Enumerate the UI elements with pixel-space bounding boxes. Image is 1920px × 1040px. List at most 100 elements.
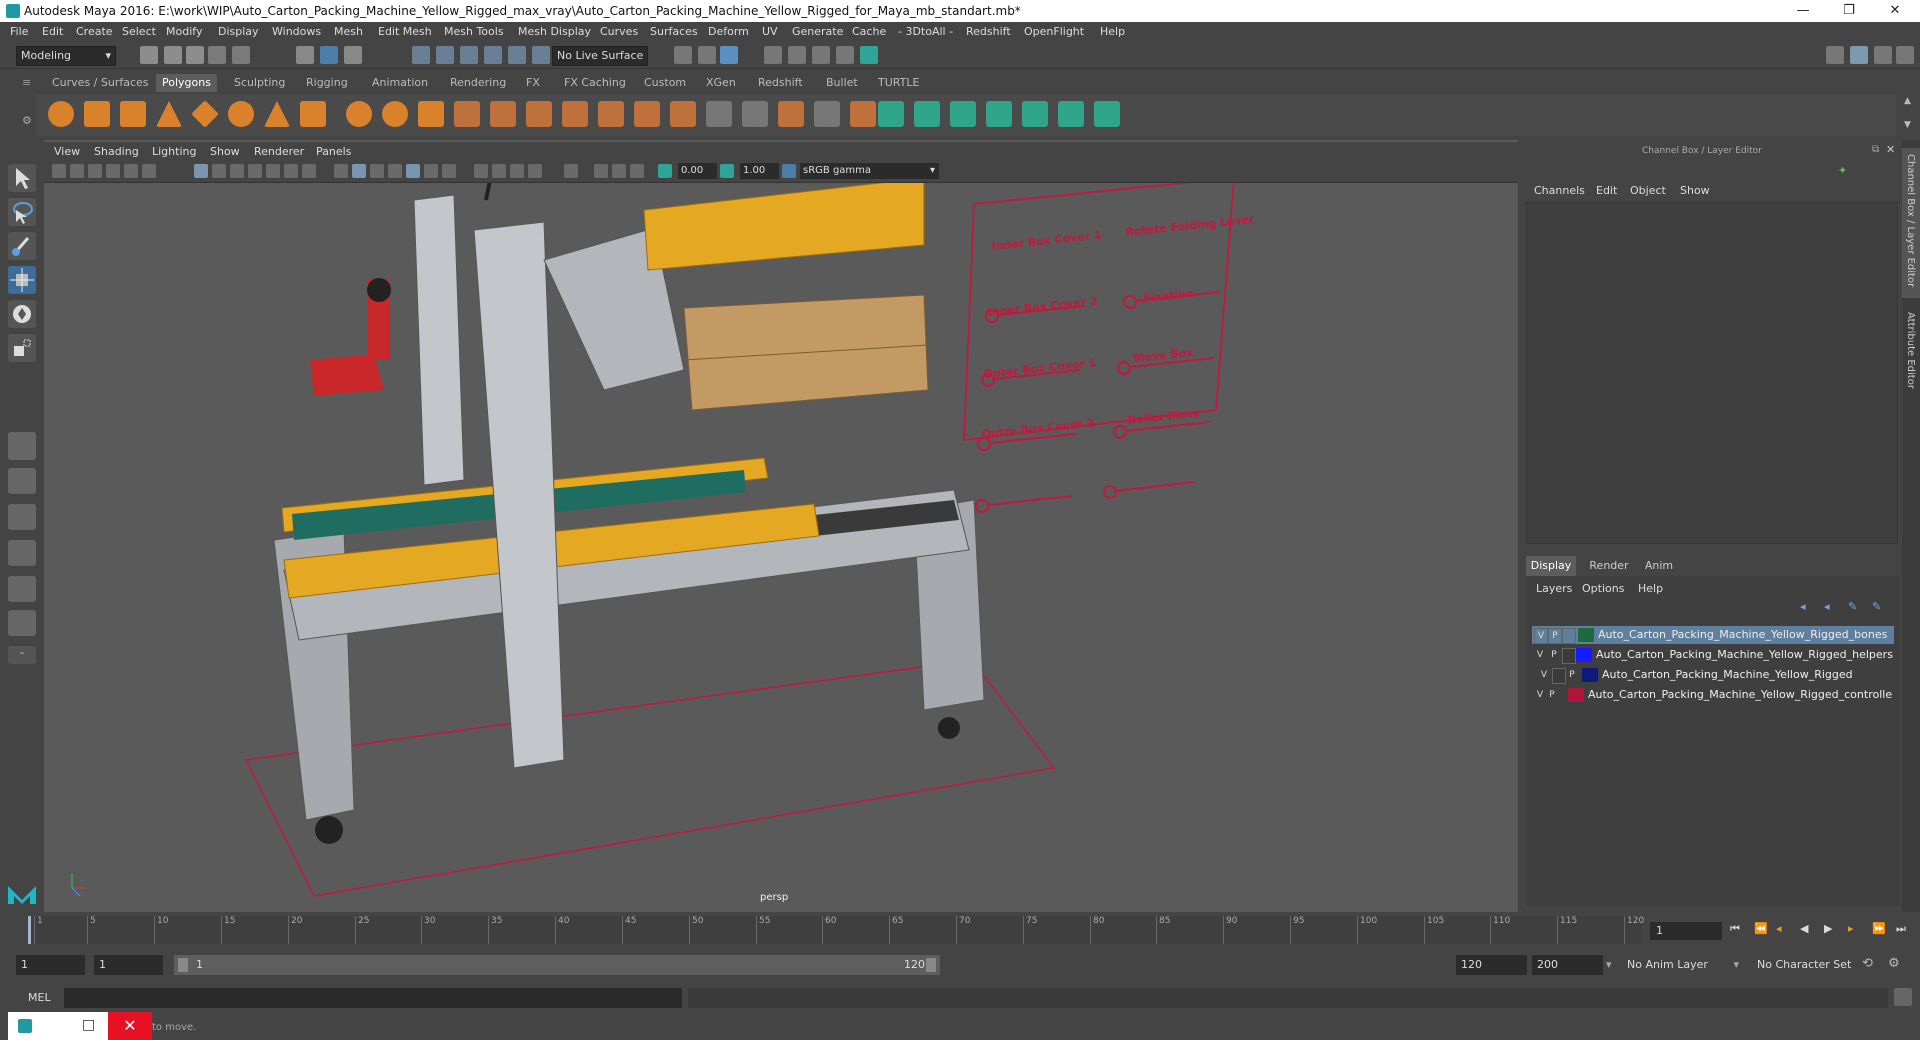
single-perspective-layout-icon[interactable]	[8, 432, 36, 460]
poly-cylinder-icon[interactable]	[120, 101, 146, 127]
snap-magnet-icon[interactable]	[532, 46, 550, 64]
poly-plane-icon[interactable]	[191, 100, 219, 128]
shelf-tab-fx[interactable]: FX	[520, 74, 546, 92]
render-current-frame-icon[interactable]	[764, 46, 782, 64]
smooth-icon[interactable]	[454, 101, 480, 127]
grid-icon[interactable]	[194, 164, 208, 178]
viewport-panel[interactable]: Inner Box Cover 1 Rotate Folding Lever I…	[44, 140, 1518, 912]
uv-transfer-icon[interactable]	[1094, 101, 1120, 127]
uv-auto-icon[interactable]	[986, 101, 1012, 127]
new-scene-icon[interactable]	[140, 46, 158, 64]
menu-surfaces[interactable]: Surfaces	[650, 25, 698, 38]
layer-color-swatch[interactable]	[1578, 628, 1594, 642]
shelf-tab-animation[interactable]: Animation	[366, 74, 434, 92]
layer-tab-display[interactable]: Display	[1526, 556, 1576, 576]
paint-select-tool-icon[interactable]	[8, 232, 36, 260]
current-time-indicator[interactable]	[28, 916, 31, 944]
wireframe-on-shaded-icon[interactable]	[388, 164, 402, 178]
target-weld-icon[interactable]	[814, 101, 840, 127]
shelf-tab-rendering[interactable]: Rendering	[444, 74, 512, 92]
gamma-field[interactable]: 1.00	[740, 163, 779, 179]
snap-live-icon[interactable]	[508, 46, 526, 64]
layer-playback-toggle[interactable]: P	[1546, 688, 1558, 702]
layer-visibility-toggle[interactable]: V	[1538, 668, 1550, 682]
extrude-icon[interactable]	[598, 101, 624, 127]
menu-mesh-tools[interactable]: Mesh Tools	[444, 25, 504, 38]
menu-generate[interactable]: Generate	[792, 25, 843, 38]
layer-row-helpers[interactable]: V P Auto_Carton_Packing_Machine_Yellow_R…	[1532, 646, 1894, 664]
layer-tab-render[interactable]: Render	[1586, 556, 1632, 576]
layer-playback-toggle[interactable]: P	[1548, 628, 1562, 644]
menu-select[interactable]: Select	[122, 25, 156, 38]
persp-graph-layout-icon[interactable]	[8, 540, 36, 566]
layer-visibility-toggle[interactable]: V	[1534, 648, 1546, 662]
step-forward-key-icon[interactable]: ⏩	[1872, 922, 1886, 935]
viewport-menu-lighting[interactable]: Lighting	[152, 145, 196, 158]
smooth-shade-icon[interactable]	[352, 164, 366, 178]
snap-curve-icon[interactable]	[436, 46, 454, 64]
color-management-icon[interactable]	[782, 164, 796, 178]
menu-cache[interactable]: Cache	[852, 25, 886, 38]
shelf-tab-rigging[interactable]: Rigging	[300, 74, 354, 92]
collapse-layouts-icon[interactable]: -	[8, 646, 36, 664]
menu-mesh-display[interactable]: Mesh Display	[518, 25, 591, 38]
snap-point-icon[interactable]	[460, 46, 478, 64]
menu-uv[interactable]: UV	[762, 25, 778, 38]
bookmarks-icon[interactable]	[88, 164, 102, 178]
close-icon[interactable]: ✕	[108, 1012, 152, 1040]
default-material-icon[interactable]	[370, 164, 384, 178]
snap-grid-icon[interactable]	[412, 46, 430, 64]
channel-menu-edit[interactable]: Edit	[1596, 184, 1617, 197]
uv-editor-icon[interactable]	[1022, 101, 1048, 127]
poly-cone-icon[interactable]	[156, 101, 182, 127]
select-tool-icon[interactable]	[8, 164, 36, 192]
motion-blur-icon[interactable]	[492, 164, 506, 178]
layer-visibility-toggle[interactable]: V	[1534, 628, 1548, 644]
image-plane-icon[interactable]	[106, 164, 120, 178]
menu-3dtoall[interactable]: - 3DtoAll -	[898, 25, 953, 38]
step-forward-frame-icon[interactable]: ▸	[1848, 922, 1854, 935]
channel-menu-object[interactable]: Object	[1630, 184, 1666, 197]
play-forwards-icon[interactable]: ▶	[1824, 922, 1832, 935]
side-tab-channel-box[interactable]: Channel Box / Layer Editor	[1902, 148, 1920, 298]
range-end-handle[interactable]	[926, 958, 936, 972]
uv-planar-icon[interactable]	[878, 101, 904, 127]
chevron-down-icon[interactable]: ▾	[1606, 958, 1612, 971]
field-chart-icon[interactable]	[266, 164, 280, 178]
shelf-menu-icon[interactable]: ≡	[16, 74, 37, 92]
scroll-down-icon[interactable]: ▼	[1904, 120, 1911, 130]
scene-render[interactable]: Inner Box Cover 1 Rotate Folding Lever I…	[44, 140, 1518, 912]
viewport-menu-view[interactable]: View	[54, 145, 80, 158]
save-scene-icon[interactable]	[186, 46, 204, 64]
attribute-editor-toggle-icon[interactable]	[1874, 46, 1892, 64]
scene-end-field[interactable]: 200	[1532, 955, 1603, 975]
reduce-icon[interactable]	[490, 101, 516, 127]
bridge-icon[interactable]	[634, 101, 660, 127]
render-settings-icon[interactable]	[812, 46, 830, 64]
grease-pencil-icon[interactable]	[142, 164, 156, 178]
close-window-button[interactable]: ✕	[1872, 0, 1918, 22]
range-slider-bar[interactable]: 1 120	[174, 955, 940, 975]
rotate-tool-icon[interactable]	[8, 300, 36, 328]
select-by-component-icon[interactable]	[344, 46, 362, 64]
shelf-tab-turtle[interactable]: TURTLE	[872, 74, 925, 92]
layer-row-bones[interactable]: V P Auto_Carton_Packing_Machine_Yellow_R…	[1532, 626, 1894, 644]
go-to-start-icon[interactable]: ⏮	[1730, 922, 1740, 936]
new-layer-selected-icon[interactable]: ✎	[1848, 600, 1857, 613]
shelf-tab-bullet[interactable]: Bullet	[820, 74, 864, 92]
menu-display[interactable]: Display	[218, 25, 259, 38]
offset-edge-loop-icon[interactable]	[742, 101, 768, 127]
select-camera-icon[interactable]	[52, 164, 66, 178]
tool-settings-toggle-icon[interactable]	[1896, 46, 1914, 64]
persp-outliner-layout-icon[interactable]	[8, 504, 36, 530]
color-space-dropdown[interactable]: sRGB gamma ▾	[800, 163, 939, 179]
maximize-button[interactable]: ❐	[1826, 0, 1872, 22]
resolution-gate-icon[interactable]	[230, 164, 244, 178]
shelf-tab-fx-caching[interactable]: FX Caching	[558, 74, 632, 92]
separate-icon[interactable]	[382, 101, 408, 127]
channel-list[interactable]	[1526, 202, 1898, 544]
restore-icon[interactable]: □	[82, 1017, 95, 1033]
select-by-object-icon[interactable]	[320, 46, 338, 64]
shelf-tab-xgen[interactable]: XGen	[700, 74, 742, 92]
depth-of-field-icon[interactable]	[528, 164, 542, 178]
